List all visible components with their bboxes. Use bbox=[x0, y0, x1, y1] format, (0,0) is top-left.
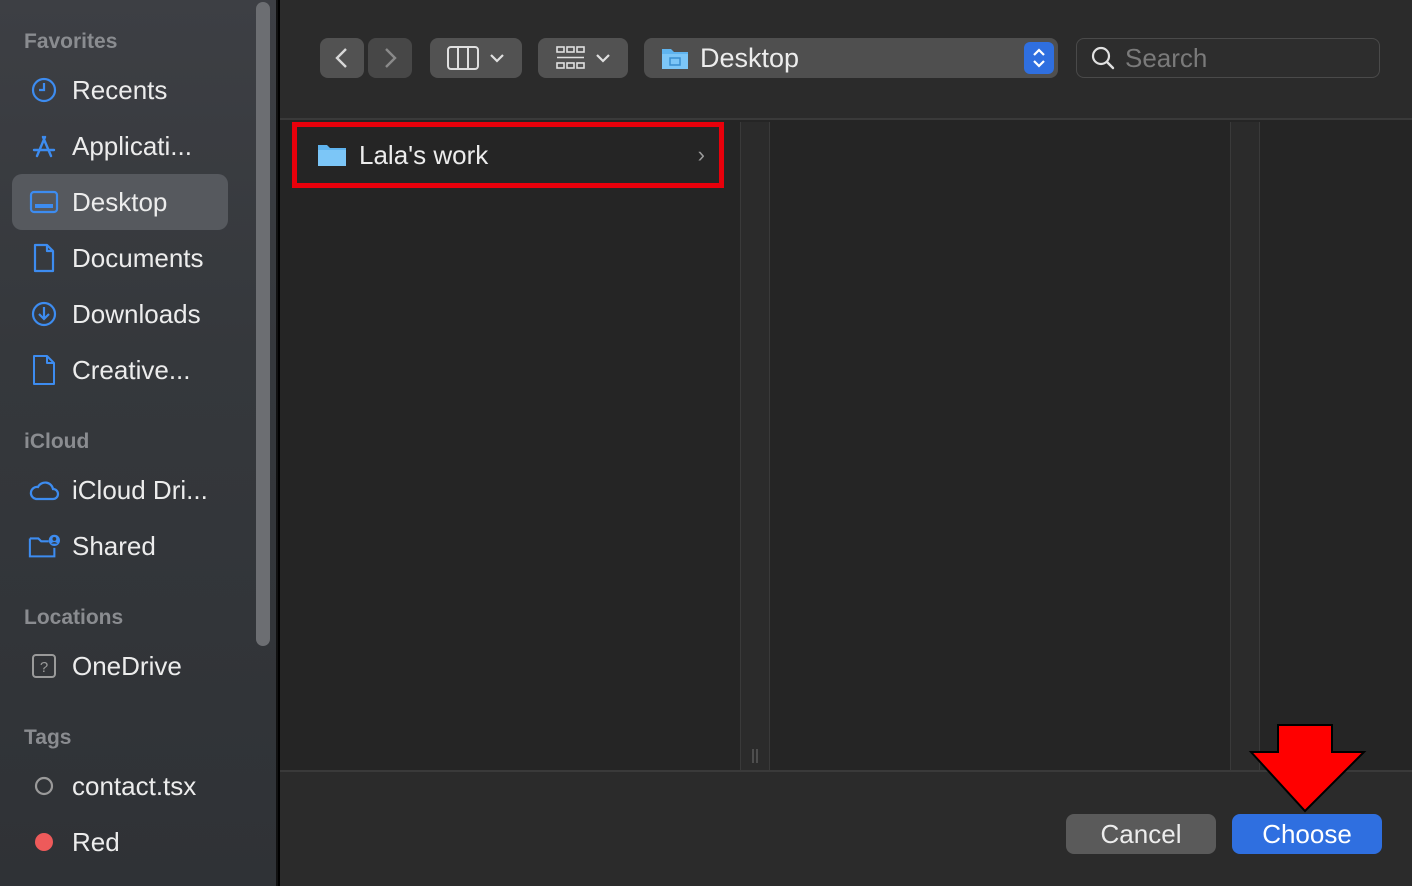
column-view-icon bbox=[447, 46, 479, 70]
file-icon bbox=[28, 354, 60, 386]
browser-column-2 bbox=[770, 122, 1230, 770]
tag-circle-icon bbox=[28, 770, 60, 802]
annotation-arrow-icon bbox=[1248, 724, 1367, 813]
sidebar-item-label: contact.tsx bbox=[72, 770, 197, 801]
chevron-down-icon bbox=[490, 54, 504, 63]
locations-section-title: Locations bbox=[24, 606, 124, 629]
sidebar-item-onedrive[interactable]: ? OneDrive bbox=[12, 638, 228, 694]
unknown-drive-icon: ? bbox=[28, 650, 60, 682]
file-browser: Desktop Lala's work › Cancel Choose bbox=[280, 0, 1412, 886]
sidebar-item-label: OneDrive bbox=[72, 650, 182, 681]
back-button[interactable] bbox=[320, 38, 364, 78]
path-label: Desktop bbox=[700, 42, 800, 73]
toolbar: Desktop bbox=[280, 0, 1412, 120]
sidebar-item-icloud-drive[interactable]: iCloud Dri... bbox=[12, 462, 228, 518]
clock-icon bbox=[28, 74, 60, 106]
sidebar-item-recents[interactable]: Recents bbox=[12, 62, 228, 118]
dialog-footer: Cancel Choose bbox=[280, 770, 1412, 886]
sidebar-item-documents[interactable]: Documents bbox=[12, 230, 228, 286]
sidebar-item-creative[interactable]: Creative... bbox=[12, 342, 228, 398]
view-mode-button[interactable] bbox=[430, 38, 522, 78]
folder-icon bbox=[662, 49, 688, 69]
chevron-down-icon bbox=[596, 54, 610, 63]
sidebar-scrollbar[interactable] bbox=[256, 2, 270, 646]
chevron-right-icon: › bbox=[697, 142, 705, 167]
sidebar-item-label: iCloud Dri... bbox=[72, 474, 208, 505]
folder-icon bbox=[318, 145, 346, 166]
browser-column-3 bbox=[1260, 122, 1412, 770]
shared-folder-icon bbox=[28, 530, 60, 562]
sidebar-item-tag-contact[interactable]: contact.tsx bbox=[12, 758, 228, 814]
search-input[interactable] bbox=[1125, 42, 1365, 74]
sidebar-item-applications[interactable]: Applicati... bbox=[12, 118, 228, 174]
path-stepper[interactable] bbox=[1024, 42, 1054, 74]
browser-column-1: Lala's work › bbox=[280, 122, 740, 770]
forward-button[interactable] bbox=[368, 38, 412, 78]
sidebar-item-downloads[interactable]: Downloads bbox=[12, 286, 228, 342]
desktop-icon bbox=[28, 186, 60, 218]
sidebar-item-shared[interactable]: Shared bbox=[12, 518, 228, 574]
icloud-section-title: iCloud bbox=[24, 430, 90, 453]
sidebar-item-label: Applicati... bbox=[72, 130, 192, 161]
sidebar-item-label: Creative... bbox=[72, 354, 191, 385]
cancel-button[interactable]: Cancel bbox=[1066, 814, 1216, 854]
sidebar-item-label: Recents bbox=[72, 74, 168, 105]
favorites-section-title: Favorites bbox=[24, 30, 118, 53]
applications-icon bbox=[28, 130, 60, 162]
folder-name: Lala's work bbox=[359, 139, 489, 170]
up-down-chevron-icon bbox=[1033, 48, 1045, 68]
sidebar: Favorites Recents Applicati... Desktop D… bbox=[0, 0, 278, 886]
sidebar-item-tag-red[interactable]: Red bbox=[12, 814, 228, 870]
group-button[interactable] bbox=[538, 38, 628, 78]
red-tag-icon bbox=[28, 826, 60, 858]
list-item-lalas-work[interactable]: Lala's work › bbox=[292, 122, 724, 188]
chevron-left-icon bbox=[335, 48, 347, 68]
choose-button[interactable]: Choose bbox=[1232, 814, 1382, 854]
sidebar-item-desktop[interactable]: Desktop bbox=[12, 174, 228, 230]
sidebar-item-label: Desktop bbox=[72, 186, 168, 217]
sidebar-item-label: Red bbox=[72, 826, 120, 857]
svg-text:?: ? bbox=[40, 659, 48, 676]
download-icon bbox=[28, 298, 60, 330]
tags-section-title: Tags bbox=[24, 726, 72, 749]
cloud-icon bbox=[28, 474, 60, 506]
path-popup[interactable]: Desktop bbox=[644, 38, 1058, 78]
grid-icon bbox=[556, 46, 585, 69]
chevron-right-icon bbox=[385, 48, 397, 68]
column-resize-handle[interactable] bbox=[1230, 122, 1260, 770]
sidebar-item-label: Downloads bbox=[72, 298, 201, 329]
column-resize-handle[interactable] bbox=[740, 122, 770, 770]
search-icon bbox=[1091, 46, 1115, 70]
sidebar-item-label: Shared bbox=[72, 530, 156, 561]
document-icon bbox=[28, 242, 60, 274]
search-field[interactable] bbox=[1076, 38, 1380, 78]
sidebar-item-label: Documents bbox=[72, 242, 204, 273]
resize-grip-icon bbox=[752, 749, 758, 763]
